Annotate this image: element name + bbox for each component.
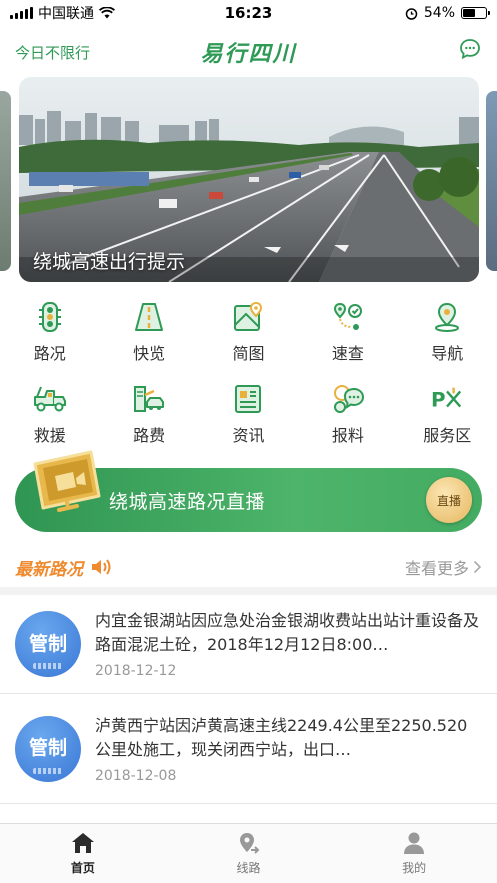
feature-toll[interactable]: 路费 — [99, 382, 198, 450]
banner-next-peek[interactable] — [486, 91, 497, 271]
section-title: 最新路况 — [15, 559, 83, 580]
badge-stripe — [33, 663, 63, 669]
feature-quick-search[interactable]: 速查 — [298, 300, 397, 368]
app-logo: 易行四川 — [200, 42, 297, 67]
feature-overview[interactable]: 快览 — [99, 300, 198, 368]
alarm-icon — [405, 7, 418, 20]
news-date: 2018-12-12 — [95, 663, 177, 679]
section-title-wrap: 最新路况 — [15, 555, 115, 580]
control-badge: 管制 — [15, 715, 81, 782]
feature-navigation[interactable]: 导航 — [398, 300, 497, 368]
control-badge: 管制 — [15, 611, 81, 677]
feature-report[interactable]: 报料 — [298, 382, 397, 450]
message-button[interactable] — [459, 38, 481, 64]
badge-label: 管制 — [28, 632, 67, 655]
svg-text:P: P — [431, 389, 446, 412]
banner-slide[interactable]: 绕城高速出行提示 — [19, 77, 479, 282]
route-search-icon — [331, 300, 365, 334]
location-pin-icon — [430, 300, 464, 334]
news-body: 内宜金银湖站因应急处治金银湖收费站出站计重设备及路面混泥土砼，2018年12月1… — [95, 609, 481, 679]
battery-percent: 54% — [423, 5, 455, 21]
feature-grid: 路况 快览 简图 速查 导航 救援 路费 资讯 报料 P 服务区 — [0, 300, 497, 450]
news-body: 泸黄西宁站因泸黄高速主线2249.4公里至2250.520公里处施工，现关闭西宁… — [95, 714, 481, 784]
banner-caption: 绕城高速出行提示 — [33, 251, 186, 273]
battery-icon — [461, 7, 490, 19]
tow-truck-icon — [33, 382, 67, 416]
latest-traffic-header: 最新路况 查看更多 — [0, 553, 497, 581]
message-icon — [460, 39, 480, 60]
feature-label: 简图 — [232, 344, 265, 363]
traffic-light-icon — [33, 300, 67, 334]
feature-label: 快览 — [133, 344, 166, 363]
feature-label: 速查 — [331, 344, 364, 363]
badge-stripe — [33, 767, 63, 774]
live-button[interactable]: 直播 — [426, 477, 472, 523]
see-more-label: 查看更多 — [404, 559, 469, 578]
feature-news[interactable]: 资讯 — [199, 382, 298, 450]
feature-label: 报料 — [331, 426, 364, 445]
bottom-tab-bar: 首页 线路 我的 — [0, 823, 497, 883]
see-more-link[interactable]: 查看更多 — [405, 555, 482, 579]
feature-service-area[interactable]: P 服务区 — [398, 382, 497, 450]
feature-label: 服务区 — [423, 426, 472, 445]
badge-label: 管制 — [28, 737, 67, 759]
service-area-icon: P — [430, 382, 464, 416]
news-item[interactable]: 管制 内宜金银湖站因应急处治金银湖收费站出站计重设备及路面混泥土砼，2018年1… — [0, 595, 497, 693]
news-date: 2018-12-08 — [95, 767, 177, 784]
chevron-right-icon — [473, 560, 482, 574]
status-right: 54% — [405, 5, 490, 21]
wifi-icon — [99, 7, 115, 19]
user-icon — [404, 832, 425, 854]
section-divider — [0, 587, 497, 595]
feature-traffic[interactable]: 路况 — [0, 300, 99, 368]
signal-icon — [10, 7, 33, 19]
restriction-label[interactable]: 今日不限行 — [15, 42, 90, 63]
feature-label: 路况 — [33, 344, 66, 363]
live-button-label: 直播 — [436, 493, 461, 508]
tab-route[interactable]: 线路 — [166, 824, 332, 883]
news-text: 泸黄西宁站因泸黄高速主线2249.4公里至2250.520公里处施工，现关闭西宁… — [95, 715, 468, 759]
feature-label: 资讯 — [232, 426, 265, 445]
tv-icon — [33, 450, 101, 512]
banner-prev-peek[interactable] — [0, 91, 11, 271]
feature-map[interactable]: 简图 — [199, 300, 298, 368]
chat-report-icon — [331, 382, 365, 416]
status-left: 中国联通 — [10, 3, 115, 23]
route-icon — [239, 833, 259, 854]
road-icon — [132, 300, 166, 334]
speaker-icon — [92, 559, 111, 575]
feature-label: 导航 — [431, 344, 464, 363]
feature-label: 救援 — [33, 426, 66, 445]
home-icon — [71, 833, 94, 853]
tab-home[interactable]: 首页 — [0, 824, 166, 883]
map-icon — [231, 300, 265, 334]
tab-mine[interactable]: 我的 — [331, 824, 497, 883]
carrier-label: 中国联通 — [38, 6, 94, 22]
live-banner-title: 绕城高速路况直播 — [109, 490, 266, 513]
news-text: 内宜金银湖站因应急处治金银湖收费站出站计重设备及路面混泥土砼，2018年12月1… — [95, 611, 480, 654]
toll-icon — [132, 382, 166, 416]
app-header: 今日不限行 易行四川 — [0, 30, 497, 74]
status-bar: 中国联通 16:23 54% — [0, 0, 497, 26]
news-list: 管制 内宜金银湖站因应急处治金银湖收费站出站计重设备及路面混泥土砼，2018年1… — [0, 595, 497, 803]
battery-fill — [463, 9, 475, 17]
tab-label: 首页 — [70, 861, 95, 875]
news-icon — [231, 382, 265, 416]
feature-rescue[interactable]: 救援 — [0, 382, 99, 450]
tab-label: 线路 — [236, 861, 261, 875]
tab-label: 我的 — [402, 861, 427, 875]
status-time: 16:23 — [224, 4, 273, 22]
news-item-peek — [0, 803, 497, 823]
live-broadcast-banner[interactable]: 绕城高速路况直播 直播 — [15, 450, 482, 532]
news-item[interactable]: 管制 泸黄西宁站因泸黄高速主线2249.4公里至2250.520公里处施工，现关… — [0, 693, 497, 803]
feature-label: 路费 — [133, 426, 166, 445]
banner-carousel[interactable]: 绕城高速出行提示 — [0, 77, 497, 282]
